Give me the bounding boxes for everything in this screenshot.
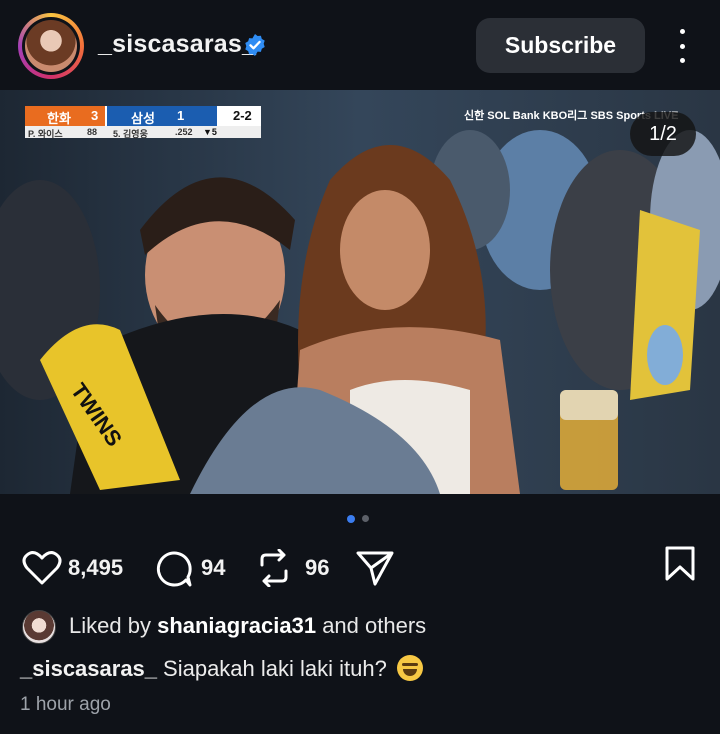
- team2-score: 1: [177, 108, 185, 123]
- verified-badge-icon: [245, 34, 265, 56]
- post-header: _siscasaras_ Subscribe: [0, 0, 720, 90]
- team2-name: 삼성: [131, 111, 155, 126]
- username[interactable]: _siscasaras_: [98, 30, 256, 59]
- team1-block: 한화 3: [25, 106, 105, 126]
- scoreboard: 한화 3 삼성 1 2-2 P. 와이스 88 5. 김영웅 .252 ▼5: [25, 106, 261, 139]
- share-icon[interactable]: [355, 549, 395, 587]
- team1-score: 3: [91, 108, 99, 123]
- laughing-emoji-icon: [396, 655, 423, 681]
- pitch-count: 88: [87, 127, 98, 137]
- media-counter: 1/2: [630, 112, 696, 156]
- bookmark-icon[interactable]: [664, 546, 696, 582]
- caption-username[interactable]: _siscasaras_: [20, 656, 157, 681]
- pitcher-name: P. 와이스: [28, 129, 63, 139]
- comment-icon[interactable]: [155, 550, 193, 588]
- stadium-photo: TWINS: [0, 90, 720, 494]
- heart-icon[interactable]: [22, 550, 62, 586]
- avatar-photo: [25, 20, 77, 72]
- repost-count[interactable]: 96: [305, 555, 329, 581]
- team1-name: 한화: [47, 111, 71, 126]
- post-timestamp: 1 hour ago: [20, 694, 111, 715]
- liked-by-row[interactable]: Liked by shaniagracia31 and others: [20, 608, 720, 644]
- subscribe-button[interactable]: Subscribe: [476, 18, 645, 73]
- carousel-dot[interactable]: [362, 515, 369, 522]
- ball-strike-count: 2-2: [233, 108, 252, 123]
- inning-indicator: ▼5: [203, 127, 217, 137]
- post-image[interactable]: TWINS 한화 3 삼성 1 2-2 P. 와이스 88 5. 김영웅 .25…: [0, 90, 720, 494]
- team2-block: 삼성 1: [107, 106, 217, 126]
- liked-by-suffix[interactable]: and others: [322, 613, 426, 638]
- batter-name: 5. 김영웅: [113, 129, 148, 139]
- more-vertical-icon[interactable]: [668, 29, 696, 63]
- liked-by-text: Liked by shaniagracia31 and others: [69, 613, 426, 639]
- scoreboard-details: P. 와이스 88 5. 김영웅 .252: [25, 126, 261, 139]
- avatar[interactable]: [18, 13, 84, 79]
- batter-average: .252: [175, 127, 193, 137]
- comment-count[interactable]: 94: [201, 555, 225, 581]
- carousel-dot-active[interactable]: [347, 515, 355, 523]
- liker-avatar[interactable]: [22, 610, 56, 644]
- liked-by-prefix: Liked by: [69, 613, 151, 638]
- repost-icon[interactable]: [256, 549, 292, 587]
- caption-text: Siapakah laki laki ituh?: [163, 656, 387, 681]
- caption: _siscasaras_ Siapakah laki laki ituh?: [20, 655, 423, 682]
- like-count[interactable]: 8,495: [68, 555, 123, 581]
- liker-username[interactable]: shaniagracia31: [157, 613, 316, 638]
